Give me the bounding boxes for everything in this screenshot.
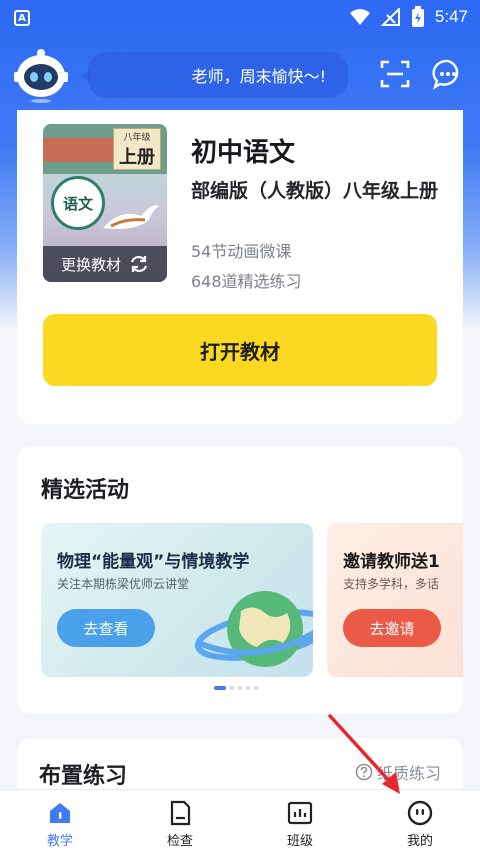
- tab-profile[interactable]: 我的: [360, 790, 480, 853]
- help-icon: [355, 763, 373, 781]
- carousel-indicator: [214, 686, 258, 690]
- top-header: 老师，周末愉快～!: [0, 44, 480, 108]
- tab-label: 教学: [46, 834, 73, 849]
- greeting-bubble[interactable]: 老师，周末愉快～!: [80, 52, 348, 98]
- activities-card: 精选活动 物理“能量观”与情境教学 关注本期栋梁优师云讲堂 去查看 邀请教师送1…: [17, 446, 463, 714]
- check-icon: [170, 800, 191, 826]
- activity-banner[interactable]: 物理“能量观”与情境教学 关注本期栋梁优师云讲堂 去查看: [41, 523, 313, 677]
- change-textbook-button[interactable]: 更换教材: [43, 246, 167, 282]
- tab-label: 我的: [406, 834, 433, 849]
- signal-icon: [380, 8, 400, 26]
- tab-teach[interactable]: 教学: [0, 790, 120, 853]
- teach-icon: [50, 803, 70, 823]
- tab-label: 检查: [166, 834, 193, 849]
- status-time: 5:47: [434, 7, 468, 26]
- paper-practice-link[interactable]: 纸质练习: [355, 760, 441, 784]
- tab-check[interactable]: 检查: [120, 790, 240, 853]
- message-icon[interactable]: [432, 58, 464, 90]
- battery-charging-icon: [411, 6, 424, 27]
- cover-volume: 上册: [119, 146, 155, 168]
- paper-practice-label: 纸质练习: [376, 764, 441, 783]
- textbook-card: 八年级 上册 语文 更换教材 初中语文 部编版（人教版）八年级上册 54节动画微…: [17, 110, 463, 424]
- carousel-dot: [230, 686, 234, 690]
- banner-subtitle: 关注本期栋梁优师云讲堂: [57, 577, 190, 591]
- change-textbook-label: 更换教材: [60, 255, 121, 274]
- carousel-dot: [238, 686, 242, 690]
- textbook-exercises: 648道精选练习: [191, 272, 302, 291]
- carousel-dot: [254, 686, 258, 690]
- textbook-subject: 初中语文: [191, 138, 296, 168]
- tab-class[interactable]: 班级: [240, 790, 360, 853]
- refresh-icon: [130, 255, 148, 273]
- textbook-lessons: 54节动画微课: [191, 242, 292, 261]
- cover-title-box: 八年级 上册: [113, 128, 161, 170]
- status-bar: A 5:47: [0, 0, 480, 36]
- wifi-icon: [349, 9, 370, 25]
- scan-icon[interactable]: [379, 58, 411, 90]
- tab-label: 班级: [286, 834, 313, 849]
- robot-avatar-icon[interactable]: [12, 46, 70, 104]
- carousel-dot: [214, 686, 226, 690]
- class-icon: [287, 801, 313, 825]
- banner-title: 邀请教师送1: [343, 552, 440, 572]
- cover-grade: 八年级: [123, 132, 151, 143]
- banner-subtitle: 支持多学科，多话: [343, 577, 440, 591]
- banner-title: 物理“能量观”与情境教学: [57, 552, 250, 572]
- textbook-edition: 部编版（人教版）八年级上册: [191, 180, 439, 202]
- activity-banner[interactable]: 邀请教师送1 支持多学科，多话 去邀请: [327, 523, 463, 677]
- practice-title: 布置练习: [39, 764, 128, 789]
- profile-icon: [407, 800, 433, 826]
- textbook-cover[interactable]: 八年级 上册 语文 更换教材: [43, 124, 167, 282]
- planet-illustration: [194, 591, 313, 667]
- cover-seal: 语文: [51, 176, 105, 230]
- activities-title: 精选活动: [41, 478, 130, 503]
- app-notification-icon: A: [14, 10, 30, 26]
- invite-button[interactable]: 去邀请: [343, 609, 441, 647]
- carousel-dot: [246, 686, 250, 690]
- bottom-tab-bar: 教学 检查 班级 我的: [0, 789, 480, 853]
- open-textbook-button[interactable]: 打开教材: [43, 314, 437, 386]
- view-button[interactable]: 去查看: [57, 609, 155, 647]
- bird-illustration: [103, 205, 159, 229]
